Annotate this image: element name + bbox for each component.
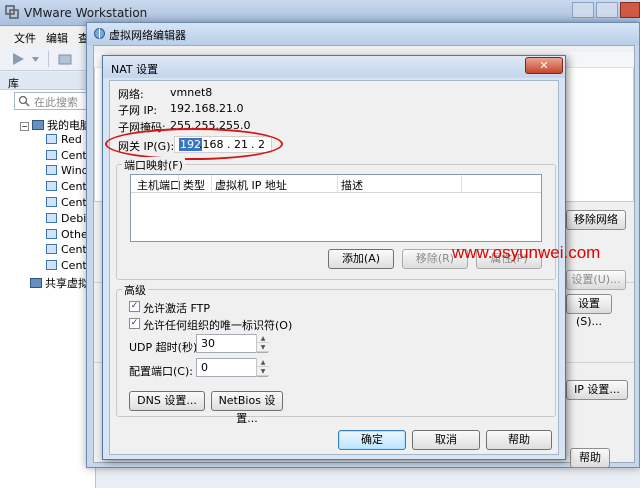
allow-active-ftp-label[interactable]: 允许激活 FTP [143,300,210,316]
column-divider [211,175,212,193]
add-button[interactable]: 添加(A) [328,249,394,269]
close-icon[interactable]: ✕ [525,57,563,74]
vm-icon [46,197,57,207]
advanced-title: 高级 [122,282,148,298]
network-label: 网络: [118,88,144,101]
tree-item-my-computer[interactable]: − 我的电脑 [20,117,96,133]
network-editor-icon [93,27,106,43]
port-list-header: 主机端口 类型 虚拟机 IP 地址 描述 [131,175,541,193]
ok-button[interactable]: 确定 [338,430,406,450]
collapse-icon[interactable]: − [20,122,29,131]
allow-any-oui-checkbox[interactable]: ✓ [129,318,140,329]
computer-icon [32,120,44,130]
settings-u-button[interactable]: 设置(U)... [566,270,626,290]
window-title: VMware Workstation [24,6,148,20]
column-divider [461,175,462,193]
udp-timeout-spinner[interactable]: ▲ ▼ [256,334,269,353]
maximize-button[interactable] [596,2,618,18]
vm-icon [46,244,57,254]
menu-edit[interactable]: 编辑 [46,30,68,46]
minimize-button[interactable] [572,2,594,18]
col-host-port[interactable]: 主机端口 [137,177,181,193]
vne-help-button[interactable]: 帮助 [570,448,610,468]
network-value: vmnet8 [170,86,213,99]
remove-network-button[interactable]: 移除网络 [566,210,626,230]
snapshot-icon[interactable] [58,52,72,69]
help-button[interactable]: 帮助 [486,430,552,450]
port-forwarding-list[interactable]: 主机端口 类型 虚拟机 IP 地址 描述 [130,174,542,242]
search-placeholder: 在此搜索 [34,96,78,109]
vmware-logo-icon [5,5,19,19]
search-icon [18,95,30,110]
library-title: 库 [8,77,19,90]
shared-vm-icon [30,278,42,288]
allow-active-ftp-checkbox[interactable]: ✓ [129,301,140,312]
nat-title: NAT 设置 [111,63,159,76]
vm-icon [46,150,57,160]
subnet-ip-value: 192.168.21.0 [170,102,244,115]
spin-down-icon[interactable]: ▼ [257,367,269,376]
column-divider [337,175,338,193]
netbios-settings-button[interactable]: NetBios 设置... [211,391,283,425]
col-description[interactable]: 描述 [341,177,363,193]
subnet-ip-label: 子网 IP: [118,104,158,117]
vm-icon [46,229,57,239]
vne-title: 虚拟网络编辑器 [109,29,186,42]
settings-s-button[interactable]: 设置(S)... [566,294,612,328]
port-forwarding-title: 端口映射(F) [122,157,185,173]
spin-up-icon[interactable]: ▲ [257,358,269,367]
config-port-label: 配置端口(C): [129,365,193,378]
annotation-ellipse [105,128,283,160]
vm-icon [46,181,57,191]
col-vm-ip[interactable]: 虚拟机 IP 地址 [215,177,287,193]
dns-settings-button[interactable]: DNS 设置... [129,391,205,411]
vm-icon [46,165,57,175]
col-type[interactable]: 类型 [183,177,205,193]
cancel-button[interactable]: 取消 [412,430,480,450]
vne-titlebar: 虚拟网络编辑器 [87,23,639,45]
spin-up-icon[interactable]: ▲ [257,334,269,343]
toolbar-divider [48,51,49,67]
config-port-spinner[interactable]: ▲ ▼ [256,358,269,377]
nat-titlebar: NAT 设置 ✕ [103,56,565,78]
ip-settings-button[interactable]: IP 设置... [566,380,628,400]
spin-down-icon[interactable]: ▼ [257,343,269,352]
vm-icon [46,260,57,270]
play-icon[interactable] [12,52,40,69]
menu-file[interactable]: 文件 [14,30,36,46]
window-close-button[interactable] [620,2,640,18]
column-divider [178,175,179,193]
allow-any-oui-label[interactable]: 允许任何组织的唯一标识符(O) [143,317,292,333]
udp-timeout-label: UDP 超时(秒): [129,341,201,354]
watermark: www.osyunwei.com [452,243,601,262]
vm-icon [46,134,57,144]
vm-icon [46,213,57,223]
